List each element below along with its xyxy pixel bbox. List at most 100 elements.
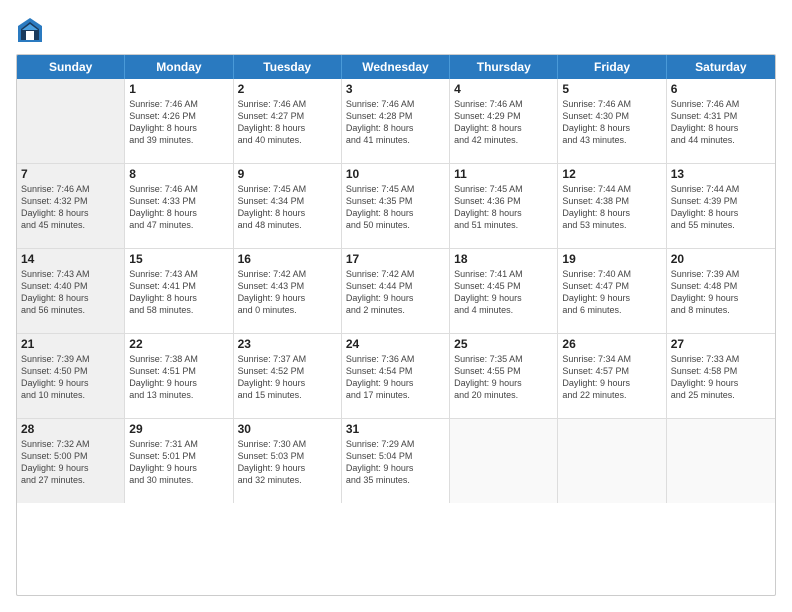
cell-info-line: Sunrise: 7:46 AM <box>346 98 445 110</box>
day-number: 27 <box>671 337 771 351</box>
cal-cell-4: 4Sunrise: 7:46 AMSunset: 4:29 PMDaylight… <box>450 79 558 163</box>
cal-cell-14: 14Sunrise: 7:43 AMSunset: 4:40 PMDayligh… <box>17 249 125 333</box>
cell-info-line: Sunrise: 7:41 AM <box>454 268 553 280</box>
cell-info-line: Sunset: 5:04 PM <box>346 450 445 462</box>
cell-info-line: Daylight: 9 hours <box>238 462 337 474</box>
cell-info-line: Sunrise: 7:45 AM <box>238 183 337 195</box>
day-number: 8 <box>129 167 228 181</box>
cell-info-line: Daylight: 9 hours <box>129 377 228 389</box>
calendar-week-1: 7Sunrise: 7:46 AMSunset: 4:32 PMDaylight… <box>17 164 775 249</box>
cell-info-line: Sunrise: 7:42 AM <box>346 268 445 280</box>
day-number: 31 <box>346 422 445 436</box>
cell-info-line: Sunrise: 7:45 AM <box>454 183 553 195</box>
cell-info-line: Sunrise: 7:43 AM <box>129 268 228 280</box>
cal-cell-27: 27Sunrise: 7:33 AMSunset: 4:58 PMDayligh… <box>667 334 775 418</box>
cell-info-line: Daylight: 8 hours <box>346 122 445 134</box>
cell-info-line: Sunset: 4:34 PM <box>238 195 337 207</box>
day-number: 26 <box>562 337 661 351</box>
cell-info-line: and 2 minutes. <box>346 304 445 316</box>
cell-info-line: Sunrise: 7:38 AM <box>129 353 228 365</box>
header-day-tuesday: Tuesday <box>234 55 342 79</box>
cell-info-line: and 53 minutes. <box>562 219 661 231</box>
cell-info-line: Sunset: 4:41 PM <box>129 280 228 292</box>
cell-info-line: Daylight: 9 hours <box>671 377 771 389</box>
cell-info-line: and 51 minutes. <box>454 219 553 231</box>
cell-info-line: Sunset: 4:31 PM <box>671 110 771 122</box>
cell-info-line: Daylight: 9 hours <box>346 462 445 474</box>
cal-cell-empty-4 <box>450 419 558 503</box>
cell-info-line: Daylight: 9 hours <box>562 377 661 389</box>
cell-info-line: Sunrise: 7:46 AM <box>238 98 337 110</box>
cell-info-line: and 41 minutes. <box>346 134 445 146</box>
cal-cell-2: 2Sunrise: 7:46 AMSunset: 4:27 PMDaylight… <box>234 79 342 163</box>
cal-cell-20: 20Sunrise: 7:39 AMSunset: 4:48 PMDayligh… <box>667 249 775 333</box>
cell-info-line: Daylight: 8 hours <box>129 122 228 134</box>
cell-info-line: Daylight: 9 hours <box>21 462 120 474</box>
cell-info-line: Sunset: 4:35 PM <box>346 195 445 207</box>
cell-info-line: Sunrise: 7:29 AM <box>346 438 445 450</box>
header-day-saturday: Saturday <box>667 55 775 79</box>
day-number: 21 <box>21 337 120 351</box>
header-day-wednesday: Wednesday <box>342 55 450 79</box>
day-number: 1 <box>129 82 228 96</box>
cell-info-line: Sunrise: 7:43 AM <box>21 268 120 280</box>
cell-info-line: Sunset: 4:33 PM <box>129 195 228 207</box>
header <box>16 16 776 44</box>
cal-cell-6: 6Sunrise: 7:46 AMSunset: 4:31 PMDaylight… <box>667 79 775 163</box>
cell-info-line: Sunrise: 7:34 AM <box>562 353 661 365</box>
cell-info-line: and 39 minutes. <box>129 134 228 146</box>
header-day-monday: Monday <box>125 55 233 79</box>
cell-info-line: Sunrise: 7:46 AM <box>454 98 553 110</box>
cell-info-line: and 55 minutes. <box>671 219 771 231</box>
cell-info-line: Sunrise: 7:32 AM <box>21 438 120 450</box>
cell-info-line: Sunset: 4:48 PM <box>671 280 771 292</box>
cell-info-line: Sunset: 5:01 PM <box>129 450 228 462</box>
cell-info-line: Sunrise: 7:33 AM <box>671 353 771 365</box>
calendar-week-2: 14Sunrise: 7:43 AMSunset: 4:40 PMDayligh… <box>17 249 775 334</box>
cell-info-line: Sunrise: 7:42 AM <box>238 268 337 280</box>
cal-cell-28: 28Sunrise: 7:32 AMSunset: 5:00 PMDayligh… <box>17 419 125 503</box>
cell-info-line: Daylight: 8 hours <box>454 207 553 219</box>
logo <box>16 16 48 44</box>
day-number: 28 <box>21 422 120 436</box>
day-number: 18 <box>454 252 553 266</box>
cell-info-line: Sunrise: 7:31 AM <box>129 438 228 450</box>
cal-cell-1: 1Sunrise: 7:46 AMSunset: 4:26 PMDaylight… <box>125 79 233 163</box>
header-day-sunday: Sunday <box>17 55 125 79</box>
cal-cell-25: 25Sunrise: 7:35 AMSunset: 4:55 PMDayligh… <box>450 334 558 418</box>
cal-cell-13: 13Sunrise: 7:44 AMSunset: 4:39 PMDayligh… <box>667 164 775 248</box>
cell-info-line: Sunset: 4:40 PM <box>21 280 120 292</box>
cell-info-line: and 58 minutes. <box>129 304 228 316</box>
cell-info-line: Sunrise: 7:46 AM <box>129 98 228 110</box>
day-number: 22 <box>129 337 228 351</box>
cell-info-line: Sunrise: 7:39 AM <box>671 268 771 280</box>
cell-info-line: Sunset: 4:57 PM <box>562 365 661 377</box>
cal-cell-21: 21Sunrise: 7:39 AMSunset: 4:50 PMDayligh… <box>17 334 125 418</box>
cell-info-line: Sunset: 4:28 PM <box>346 110 445 122</box>
day-number: 9 <box>238 167 337 181</box>
day-number: 11 <box>454 167 553 181</box>
cell-info-line: and 4 minutes. <box>454 304 553 316</box>
cell-info-line: Sunset: 4:47 PM <box>562 280 661 292</box>
cal-cell-7: 7Sunrise: 7:46 AMSunset: 4:32 PMDaylight… <box>17 164 125 248</box>
calendar-week-0: 1Sunrise: 7:46 AMSunset: 4:26 PMDaylight… <box>17 79 775 164</box>
cell-info-line: Sunrise: 7:45 AM <box>346 183 445 195</box>
cal-cell-24: 24Sunrise: 7:36 AMSunset: 4:54 PMDayligh… <box>342 334 450 418</box>
cell-info-line: Daylight: 8 hours <box>562 122 661 134</box>
cell-info-line: Daylight: 8 hours <box>238 207 337 219</box>
cell-info-line: Sunset: 4:50 PM <box>21 365 120 377</box>
cell-info-line: Daylight: 9 hours <box>346 377 445 389</box>
cell-info-line: and 22 minutes. <box>562 389 661 401</box>
cell-info-line: and 32 minutes. <box>238 474 337 486</box>
cell-info-line: and 15 minutes. <box>238 389 337 401</box>
cell-info-line: Sunrise: 7:46 AM <box>21 183 120 195</box>
cal-cell-empty-0 <box>17 79 125 163</box>
calendar-header: SundayMondayTuesdayWednesdayThursdayFrid… <box>17 55 775 79</box>
cell-info-line: Daylight: 8 hours <box>454 122 553 134</box>
cell-info-line: Sunrise: 7:46 AM <box>671 98 771 110</box>
day-number: 12 <box>562 167 661 181</box>
cell-info-line: Sunset: 4:29 PM <box>454 110 553 122</box>
header-day-thursday: Thursday <box>450 55 558 79</box>
cell-info-line: Sunrise: 7:37 AM <box>238 353 337 365</box>
cell-info-line: Daylight: 8 hours <box>129 292 228 304</box>
